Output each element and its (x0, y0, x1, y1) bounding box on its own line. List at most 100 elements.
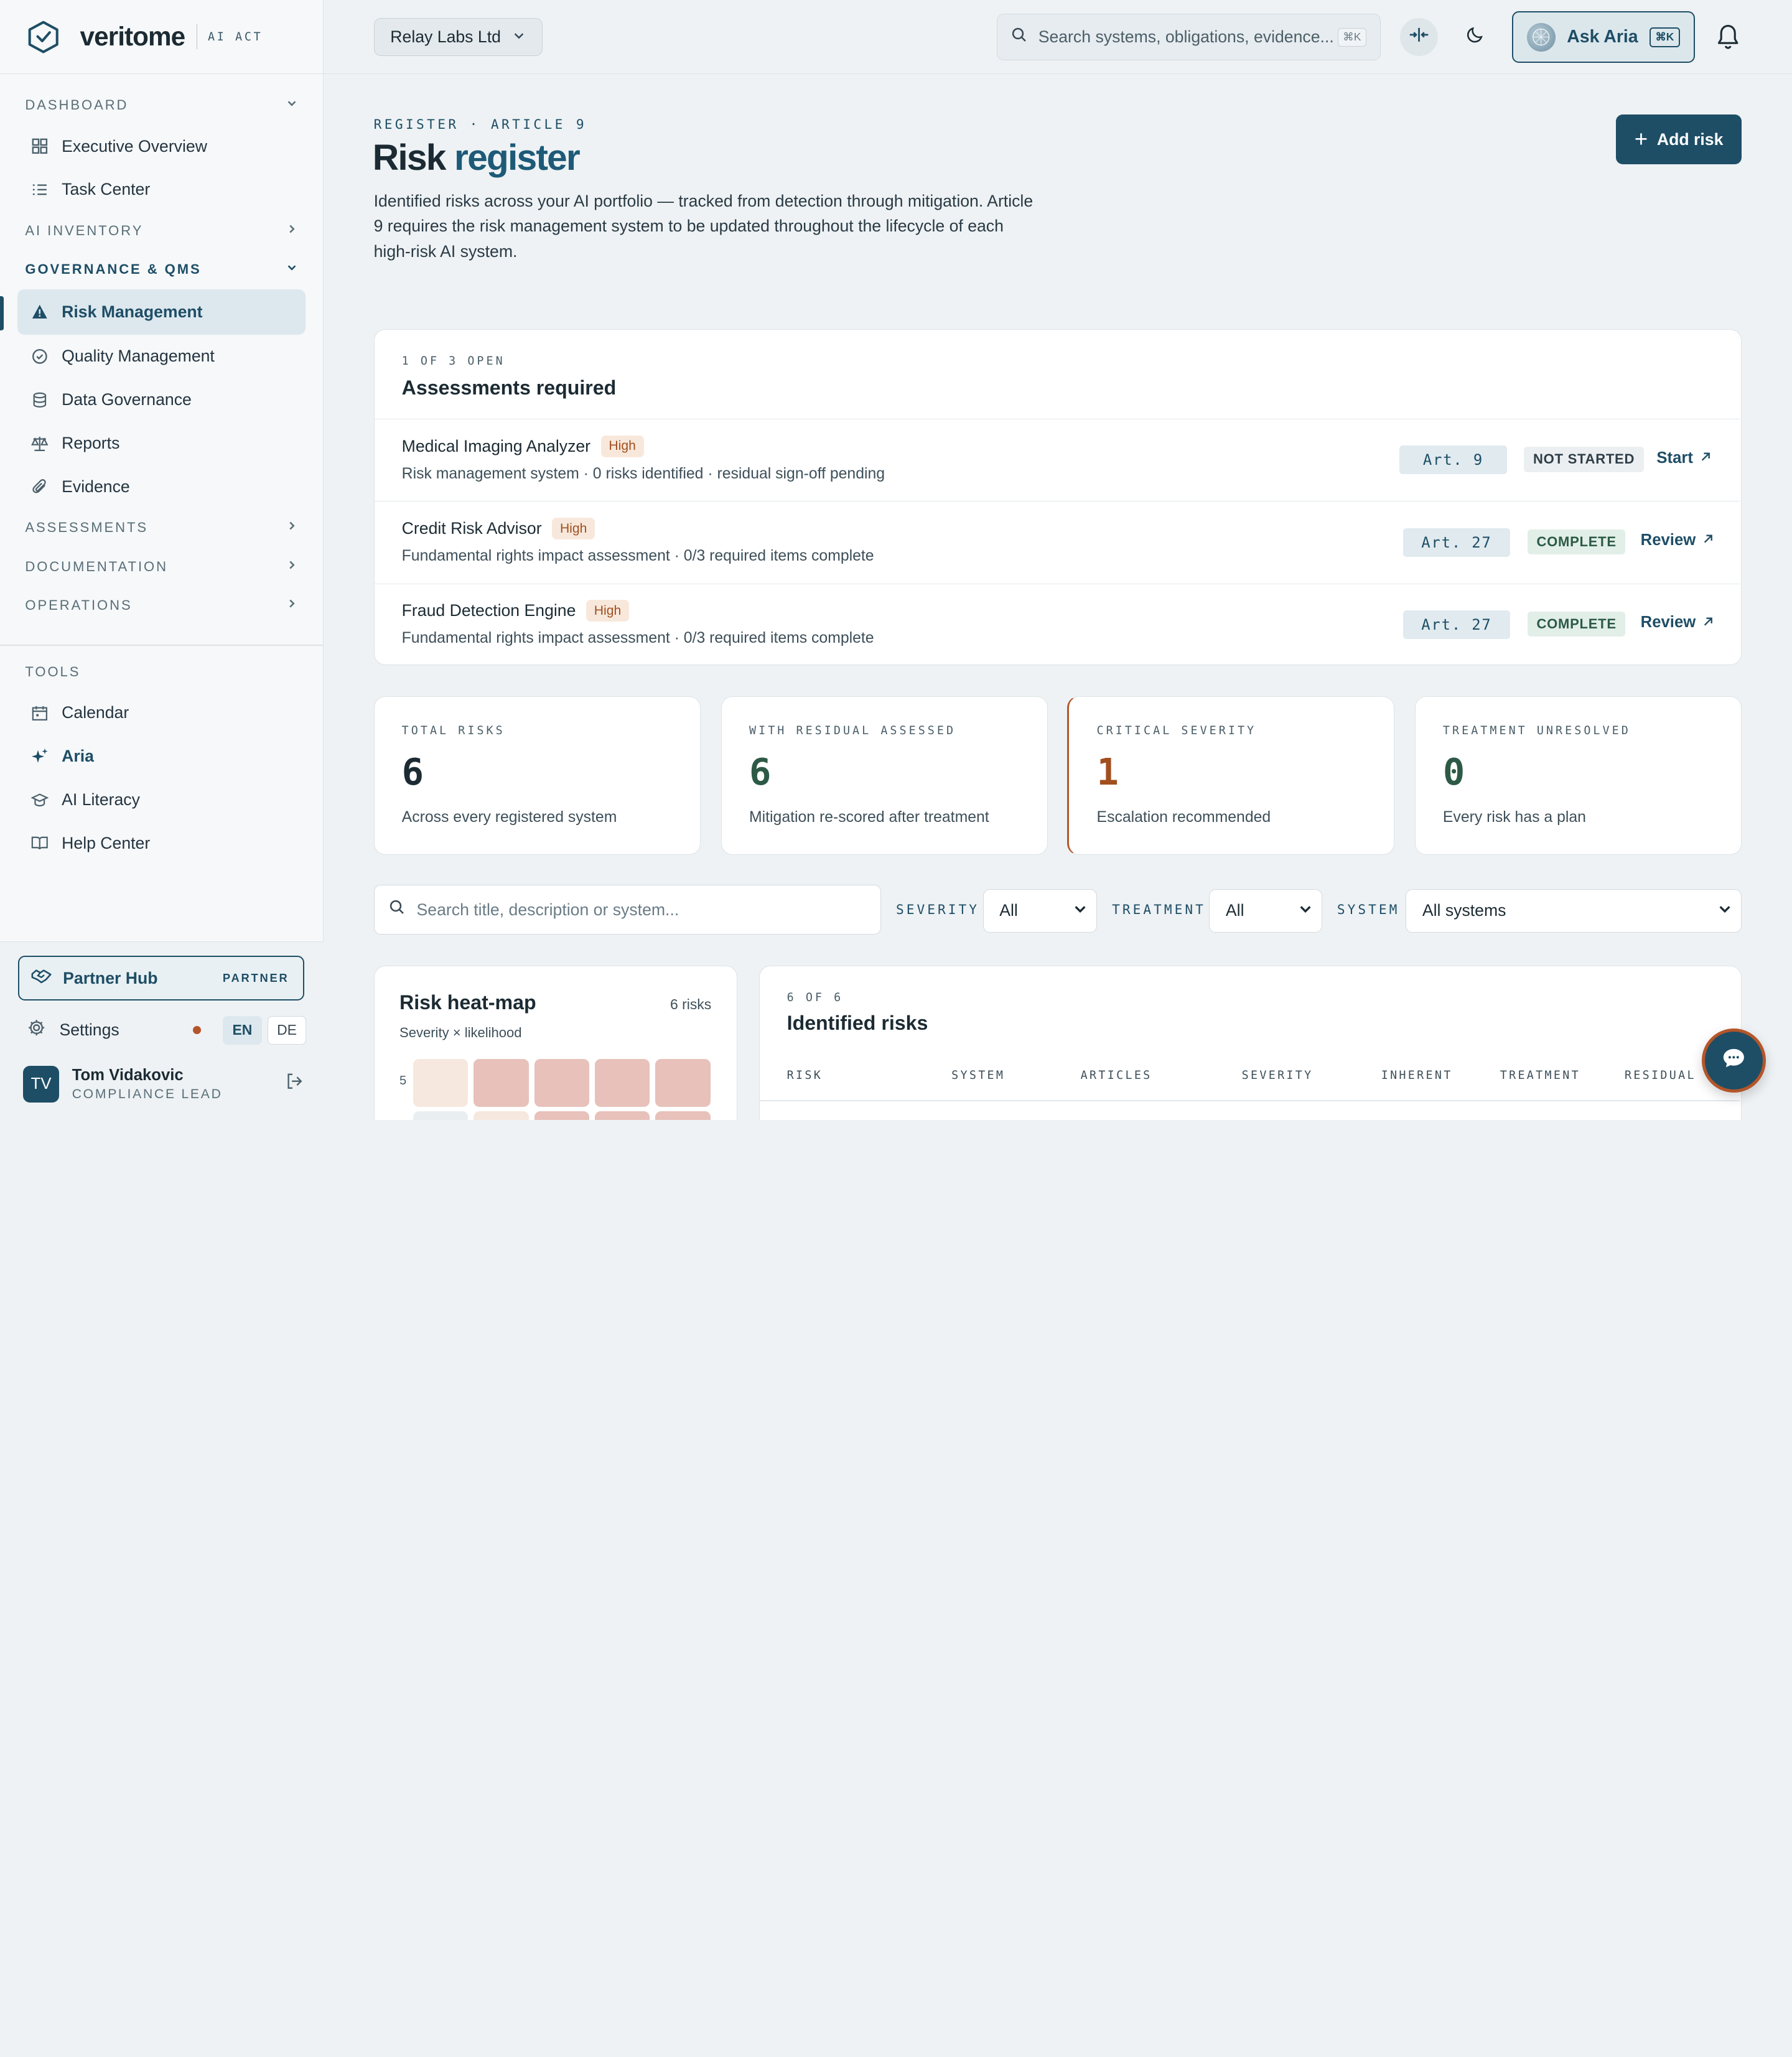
theme-toggle-button[interactable] (1456, 18, 1494, 56)
assessment-row[interactable]: Credit Risk Advisor High Fundamental righ… (374, 501, 1740, 583)
action-label: Review (1640, 531, 1696, 549)
assessment-row[interactable]: Medical Imaging Analyzer High Risk manage… (374, 419, 1740, 501)
partner-hub-label: Partner Hub (63, 968, 158, 987)
ask-aria-button[interactable]: Ask Aria ⌘K (1511, 11, 1695, 63)
risk-search-field[interactable]: Search title, description or system... (373, 884, 882, 935)
section-tools-label: TOOLS (25, 663, 81, 679)
brand[interactable]: veritome AI ACT (0, 0, 323, 75)
main-content: REGISTER · ARTICLE 9 Risk register Ident… (324, 74, 1792, 1120)
review-link[interactable]: Review (1641, 531, 1714, 549)
settings-link[interactable]: Settings (59, 1020, 193, 1040)
heatmap-cell[interactable] (655, 1058, 711, 1107)
stat-desc: Mitigation re-scored after treatment (749, 808, 989, 826)
heatmap-cell[interactable] (534, 1058, 589, 1107)
filter-bar: Search title, description or system... S… (373, 884, 1742, 935)
column-header[interactable]: INHERENT (1381, 1069, 1453, 1082)
section-governance[interactable]: GOVERNANCE & QMS (17, 250, 306, 289)
heatmap-cell[interactable] (474, 1111, 529, 1120)
heatmap-cell[interactable] (595, 1058, 650, 1107)
user-name: Tom Vidakovic (72, 1066, 184, 1084)
assessments-card: 1 OF 3 OPEN Assessments required Medical… (373, 329, 1742, 666)
system-select[interactable]: All systems (1406, 889, 1742, 933)
plus-icon: + (1634, 126, 1648, 152)
partner-hub-button[interactable]: Partner Hub PARTNER (18, 956, 304, 1001)
sidebar-item-label: Help Center (62, 833, 151, 852)
chevron-down-icon (285, 96, 299, 114)
section-documentation[interactable]: DOCUMENTATION (17, 548, 306, 586)
table-divider (759, 1099, 1740, 1101)
arrow-up-right-icon (1700, 450, 1711, 466)
section-operations[interactable]: OPERATIONS (17, 586, 306, 625)
sidebar-item-data-governance[interactable]: Data Governance (17, 378, 306, 422)
partner-tag: PARTNER (222, 971, 289, 985)
sidebar-item-executive-overview[interactable]: Executive Overview (17, 124, 306, 168)
sidebar-item-reports[interactable]: Reports (17, 422, 306, 465)
column-header[interactable]: SEVERITY (1242, 1069, 1314, 1082)
brand-name: veritome (80, 22, 186, 52)
lang-en-button[interactable]: EN (223, 1015, 262, 1045)
sidebar-item-ai-literacy[interactable]: AI Literacy (17, 778, 306, 822)
chevron-down-icon (1073, 901, 1087, 920)
heatmap-cell[interactable] (474, 1058, 529, 1107)
logout-icon[interactable] (286, 1072, 304, 1095)
sidebar-item-evidence[interactable]: Evidence (17, 465, 306, 508)
section-tools: TOOLS (17, 653, 306, 691)
add-risk-label: Add risk (1656, 129, 1724, 149)
sidebar-item-help-center[interactable]: Help Center (17, 821, 306, 865)
avatar[interactable]: TV (22, 1065, 60, 1103)
column-header[interactable]: SYSTEM (951, 1069, 1005, 1082)
column-header[interactable]: TREATMENT (1500, 1069, 1580, 1082)
heatmap-cell[interactable] (655, 1111, 711, 1120)
graduation-cap-icon (31, 791, 49, 809)
section-ai-inventory[interactable]: AI INVENTORY (17, 212, 306, 250)
sidebar-item-calendar[interactable]: Calendar (17, 691, 306, 735)
search-input[interactable]: Search systems, obligations, evidence... (1038, 27, 1338, 47)
risks-eyebrow: 6 OF 6 (786, 991, 844, 1005)
section-assessments-label: ASSESSMENTS (25, 520, 148, 536)
handshake-icon (31, 968, 52, 989)
sidebar-item-label: Calendar (62, 703, 129, 722)
column-header[interactable]: ARTICLES (1081, 1069, 1152, 1082)
stat-value: 6 (401, 750, 424, 793)
heatmap-cell[interactable] (534, 1111, 589, 1120)
org-selector[interactable]: Relay Labs Ltd (373, 18, 543, 56)
severity-select[interactable]: All (982, 889, 1098, 933)
article-badge: Art. 27 (1402, 528, 1511, 557)
add-risk-button[interactable]: + Add risk (1616, 114, 1742, 165)
chat-button[interactable] (1701, 1028, 1766, 1093)
heatmap-cell[interactable] (413, 1111, 469, 1120)
section-assessments[interactable]: ASSESSMENTS (17, 508, 306, 547)
treatment-select-value: All (1225, 901, 1244, 920)
system-filter-label: SYSTEM (1337, 902, 1400, 918)
lang-de-button[interactable]: DE (267, 1015, 307, 1045)
review-link[interactable]: Review (1641, 613, 1714, 632)
chevron-down-icon (512, 27, 526, 47)
sidebar-item-task-center[interactable]: Task Center (17, 168, 306, 212)
sidebar-footer: Partner Hub PARTNER Settings EN DE TV To… (0, 941, 324, 1120)
column-header[interactable]: RISK (787, 1069, 823, 1082)
assessment-row[interactable]: Fraud Detection Engine High Fundamental r… (374, 583, 1740, 666)
tools-nav: TOOLS Calendar Aria AI Literacy Help Cen… (0, 646, 323, 865)
treatment-select[interactable]: All (1209, 889, 1323, 933)
stat-desc: Across every registered system (401, 808, 617, 826)
aria-orb-icon (1526, 22, 1556, 52)
section-ai-inventory-label: AI INVENTORY (25, 222, 144, 238)
risk-search-input[interactable]: Search title, description or system... (417, 900, 679, 920)
section-dashboard[interactable]: DASHBOARD (17, 86, 306, 124)
global-search[interactable]: Search systems, obligations, evidence...… (996, 14, 1381, 61)
sidebar-item-quality-management[interactable]: Quality Management (17, 335, 306, 378)
user-role: COMPLIANCE LEAD (72, 1086, 223, 1101)
gear-icon[interactable] (27, 1019, 45, 1042)
sidebar-item-risk-management[interactable]: Risk Management (17, 289, 306, 335)
column-header[interactable]: RESIDUAL (1625, 1069, 1696, 1082)
bell-icon[interactable] (1715, 23, 1740, 55)
sidebar-item-label: AI Literacy (62, 790, 140, 809)
heatmap-cell[interactable] (413, 1058, 469, 1107)
sidebar-item-aria[interactable]: Aria (17, 735, 306, 778)
grid-icon (31, 137, 49, 155)
split-view-button[interactable] (1399, 18, 1438, 56)
treatment-filter-label: TREATMENT (1112, 902, 1206, 918)
start-link[interactable]: Start (1656, 449, 1711, 467)
section-dashboard-label: DASHBOARD (25, 96, 129, 113)
heatmap-cell[interactable] (595, 1111, 650, 1120)
